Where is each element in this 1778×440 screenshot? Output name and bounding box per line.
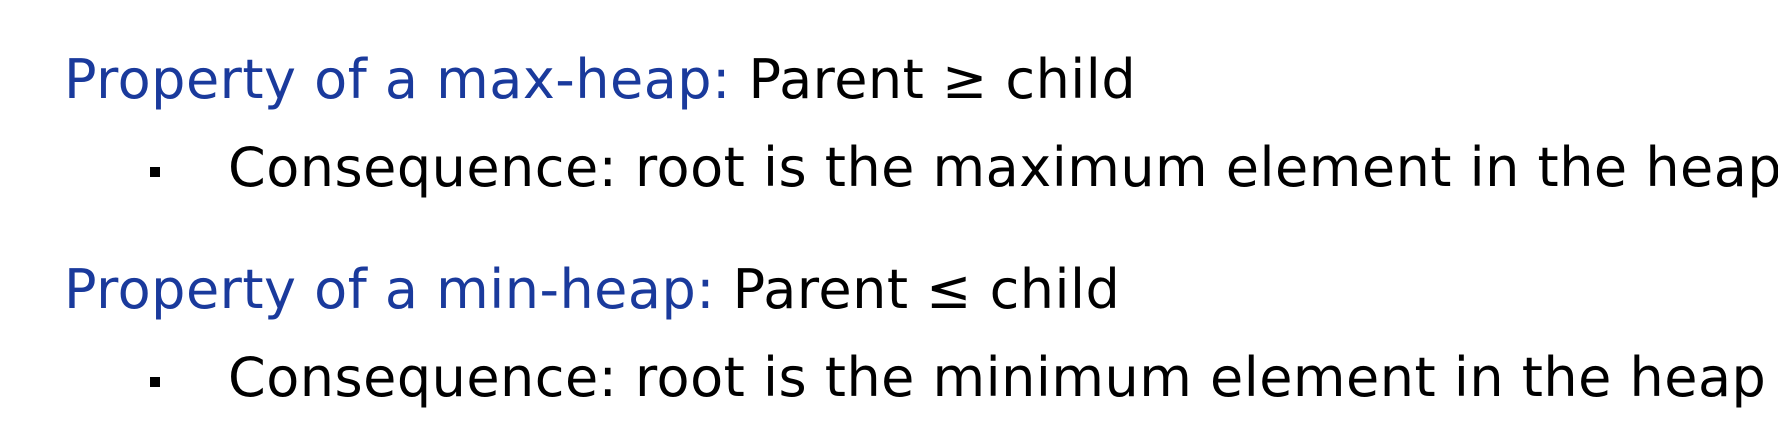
min-heap-property-heading: Property of a min-heap: Parent ≤ child	[64, 260, 1120, 320]
slide: Property of a max-heap: Parent ≥ child C…	[0, 0, 1778, 440]
min-heap-consequence-text: Consequence: root is the minimum element…	[228, 346, 1767, 409]
min-heap-property-rule: Parent ≤ child	[732, 258, 1121, 321]
bullet-square-icon	[150, 167, 160, 177]
max-heap-property-rule: Parent ≥ child	[748, 48, 1137, 111]
max-heap-property-label: Property of a max-heap:	[64, 48, 731, 111]
min-heap-property-label: Property of a min-heap:	[64, 258, 715, 321]
max-heap-consequence-text: Consequence: root is the maximum element…	[228, 136, 1778, 199]
bullet-square-icon	[150, 377, 160, 387]
max-heap-property-heading: Property of a max-heap: Parent ≥ child	[64, 50, 1136, 110]
